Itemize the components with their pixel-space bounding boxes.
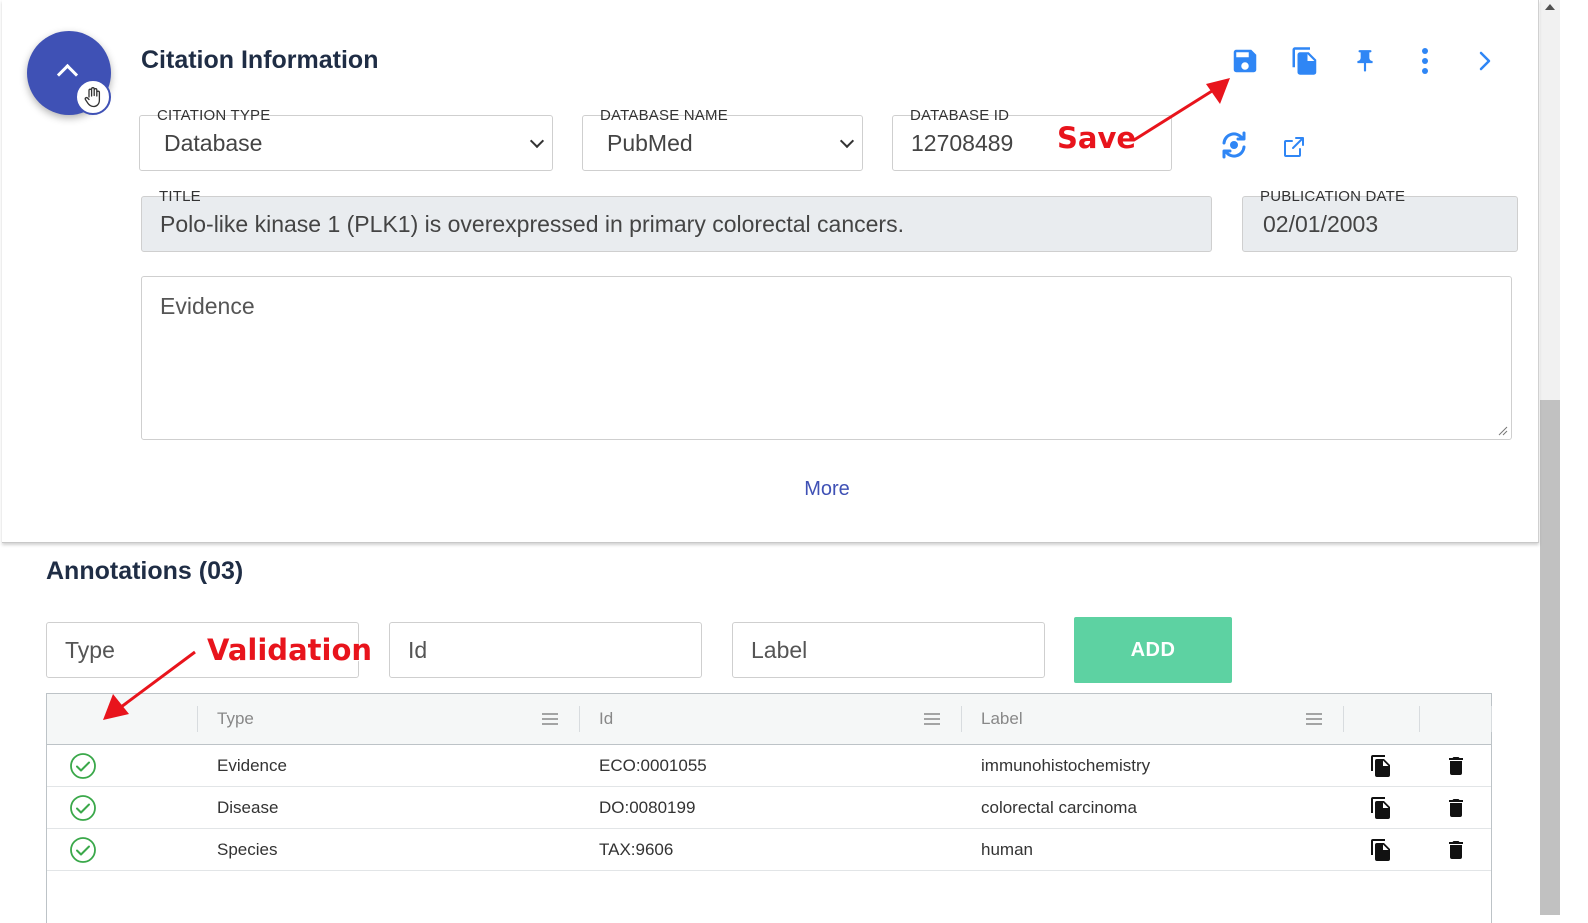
validation-callout-text: Validation [207, 633, 373, 667]
citation-type-select[interactable]: CITATION TYPE Database [139, 107, 553, 171]
publication-date-value: 02/01/2003 [1263, 211, 1379, 237]
column-header-id[interactable]: Id [599, 694, 613, 744]
table-row[interactable]: Evidence ECO:0001055 immunohistochemistr… [47, 745, 1491, 787]
database-id-label: DATABASE ID [910, 107, 1010, 124]
scroll-up-icon[interactable] [1545, 4, 1555, 10]
table-row[interactable]: Disease DO:0080199 colorectal carcinoma [47, 787, 1491, 829]
column-separator [1419, 706, 1420, 732]
add-button[interactable]: ADD [1074, 617, 1232, 683]
save-callout-text: Save [1057, 121, 1137, 155]
chevron-right-icon[interactable] [1468, 44, 1502, 78]
cell-id: DO:0080199 [599, 798, 696, 817]
citation-type-value: Database [164, 130, 263, 156]
check-circle-icon [70, 837, 96, 863]
trash-icon[interactable] [1444, 754, 1468, 778]
chevron-down-icon [839, 133, 855, 149]
citation-card: Citation Information CITATION TYPE Datab… [2, 0, 1539, 543]
database-name-label: DATABASE NAME [600, 107, 728, 124]
pin-icon[interactable] [1348, 44, 1382, 78]
cell-type: Disease [217, 798, 279, 817]
cell-type: Evidence [217, 756, 287, 775]
cell-id: ECO:0001055 [599, 756, 707, 775]
annotations-title: Annotations (03) [46, 557, 244, 585]
cell-type: Species [217, 840, 278, 859]
label-placeholder: Label [751, 637, 808, 663]
more-link[interactable]: More [792, 478, 862, 501]
id-placeholder: Id [408, 637, 428, 663]
id-input[interactable]: Id [389, 622, 702, 678]
external-link-icon[interactable] [1277, 130, 1311, 164]
title-label: TITLE [159, 188, 201, 205]
check-circle-icon [70, 795, 96, 821]
collapse-fab-button[interactable] [27, 31, 111, 115]
column-menu-icon[interactable] [1306, 713, 1322, 725]
publication-date-label: PUBLICATION DATE [1260, 188, 1406, 205]
annotations-table: Type Id Label Evidence ECO:0001055 immun… [46, 693, 1492, 923]
drag-hand-icon[interactable] [75, 79, 111, 115]
copy-icon[interactable] [1369, 796, 1393, 820]
column-header-label[interactable]: Label [981, 694, 1023, 744]
scrollbar-thumb[interactable] [1540, 400, 1560, 915]
title-field[interactable]: TITLE Polo-like kinase 1 (PLK1) is overe… [141, 188, 1212, 252]
page-scrollbar[interactable] [1540, 0, 1560, 915]
check-circle-icon [70, 753, 96, 779]
trash-icon[interactable] [1444, 838, 1468, 862]
card-title: Citation Information [141, 46, 379, 74]
column-separator [961, 706, 962, 732]
table-header: Type Id Label [47, 694, 1492, 745]
chevron-up-icon [56, 63, 79, 86]
more-vert-icon[interactable] [1408, 44, 1442, 78]
cell-label: colorectal carcinoma [981, 798, 1137, 817]
database-id-value: 12708489 [911, 130, 1014, 156]
copy-icon[interactable] [1369, 754, 1393, 778]
column-menu-icon[interactable] [924, 713, 940, 725]
evidence-textarea[interactable]: Evidence [141, 276, 1512, 440]
validation-callout-arrow [103, 650, 196, 720]
copy-icon[interactable] [1369, 838, 1393, 862]
copy-icon[interactable] [1288, 44, 1322, 78]
database-name-value: PubMed [607, 130, 693, 156]
column-header-type[interactable]: Type [217, 694, 254, 744]
publication-date-field[interactable]: PUBLICATION DATE 02/01/2003 [1242, 188, 1518, 252]
trash-icon[interactable] [1444, 796, 1468, 820]
title-value: Polo-like kinase 1 (PLK1) is overexpress… [160, 211, 904, 237]
cell-label: immunohistochemistry [981, 756, 1151, 775]
cell-label: human [981, 840, 1033, 859]
resize-grip-icon[interactable] [1496, 424, 1508, 436]
column-separator [1343, 706, 1344, 732]
save-callout-arrow [1133, 78, 1230, 142]
label-input[interactable]: Label [732, 622, 1045, 678]
cell-id: TAX:9606 [599, 840, 674, 859]
citation-type-label: CITATION TYPE [157, 107, 271, 124]
chevron-down-icon [529, 133, 545, 149]
table-row[interactable]: Species TAX:9606 human [47, 829, 1491, 871]
column-separator [1491, 706, 1492, 732]
column-menu-icon[interactable] [542, 713, 558, 725]
database-name-select[interactable]: DATABASE NAME PubMed [582, 107, 863, 171]
column-separator [579, 706, 580, 732]
evidence-placeholder: Evidence [160, 293, 255, 319]
